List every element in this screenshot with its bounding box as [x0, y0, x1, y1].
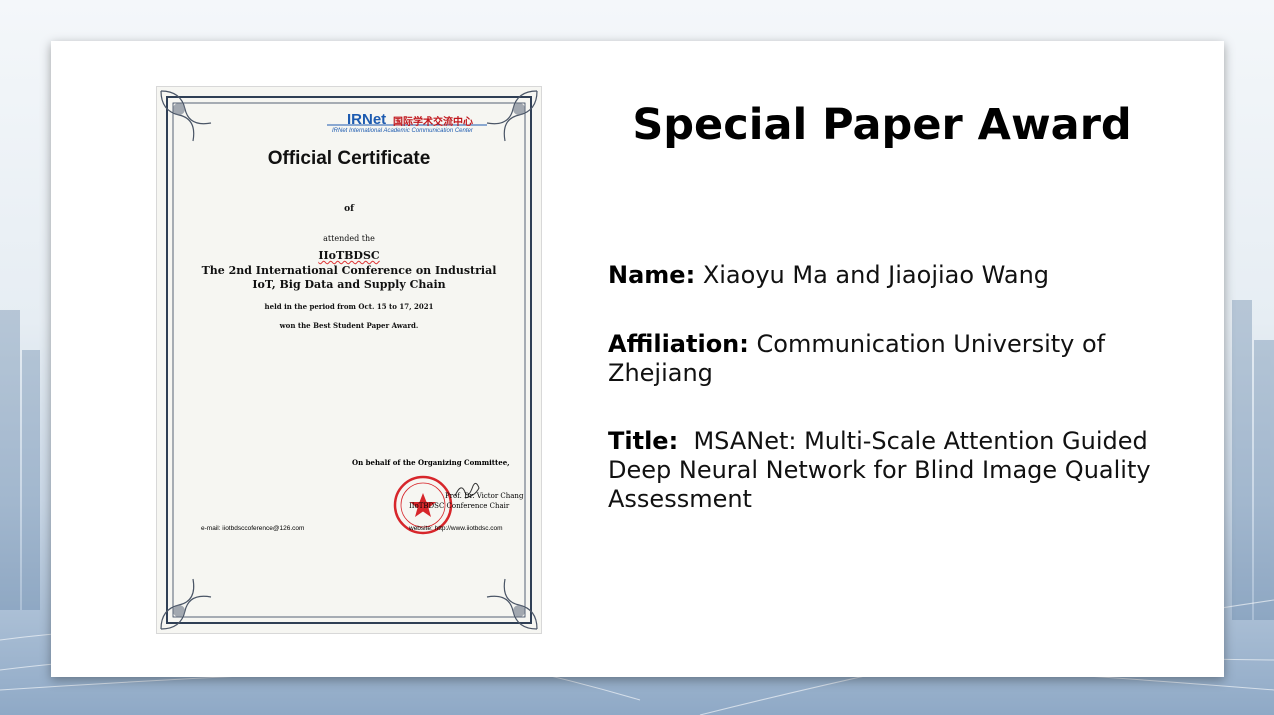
paper-title-line: Title: MSANet: Multi-Scale Attention Gui…	[608, 427, 1168, 514]
name-line: Name: Xiaoyu Ma and Jiaojiao Wang	[608, 261, 1168, 290]
certificate-behalf: On behalf of the Organizing Committee,	[352, 458, 510, 467]
award-title: Special Paper Award	[632, 100, 1132, 150]
certificate-held-dates: held in the period from Oct. 15 to 17, 2…	[264, 302, 434, 311]
name-label: Name:	[608, 261, 696, 289]
certificate-website: website: http://www.iiotbdsc.com	[409, 525, 503, 532]
certificate-attended: attended the	[323, 234, 375, 243]
affiliation-label: Affiliation:	[608, 330, 749, 358]
certificate-conference-abbr: IIoTBDSC	[318, 249, 380, 262]
slide-card: IRNet 国际学术交流中心 IRNet International Acade…	[51, 41, 1224, 677]
conference-line-2: IoT, Big Data and Supply Chain	[252, 278, 446, 291]
certificate-signer-role: IIoTBDSC Conference Chair	[409, 502, 510, 510]
certificate-award-statement: won the Best Student Paper Award.	[279, 321, 419, 330]
certificate-signer-name: Prof. Dr. Victor Chang	[445, 492, 524, 500]
title-value: MSANet: Multi-Scale Attention Guided Dee…	[608, 427, 1151, 513]
certificate-of: of	[344, 204, 354, 214]
title-label: Title:	[608, 427, 679, 455]
conference-line-1: The 2nd International Conference on Indu…	[201, 264, 497, 277]
affiliation-line: Affiliation: Communication University of…	[608, 330, 1168, 388]
certificate-conference-name: The 2nd International Conference on Indu…	[157, 264, 541, 292]
certificate-email: e-mail: iiotbdsccoference@126.com	[201, 525, 305, 532]
certificate-heading: Official Certificate	[267, 148, 431, 169]
name-value: Xiaoyu Ma and Jiaojiao Wang	[702, 261, 1050, 289]
certificate-image: IRNet 国际学术交流中心 IRNet International Acade…	[156, 86, 542, 634]
